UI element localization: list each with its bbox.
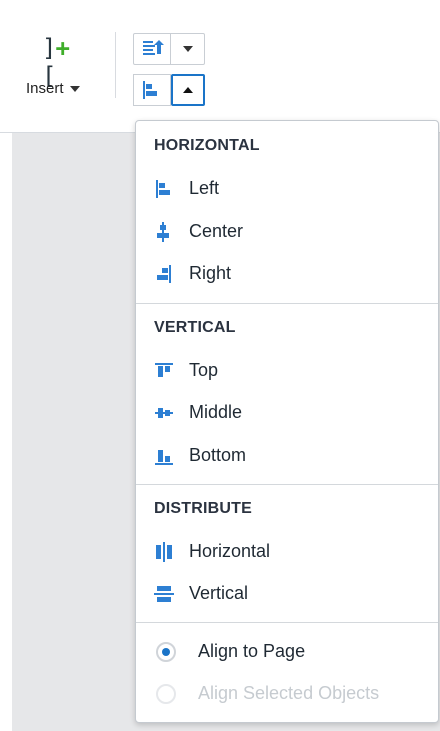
align-middle-icon bbox=[155, 408, 173, 418]
distribute-vertical-icon bbox=[154, 586, 174, 602]
menu-item-label: Horizontal bbox=[189, 541, 271, 561]
menu-item-label: Top bbox=[189, 360, 219, 380]
align-bottom-icon bbox=[155, 450, 173, 465]
menu-separator bbox=[136, 484, 438, 485]
menu-item-align-right[interactable]: Right bbox=[136, 254, 438, 294]
radio-label: Align Selected Objects bbox=[198, 683, 380, 703]
menu-item-label: Center bbox=[189, 221, 244, 241]
bring-forward-icon bbox=[143, 40, 164, 55]
align-left-icon bbox=[143, 81, 157, 99]
insert-label: Insert bbox=[26, 80, 80, 97]
menu-item-label: Middle bbox=[189, 402, 243, 422]
align-split-button bbox=[133, 74, 205, 106]
radio-align-to-page[interactable]: Align to Page bbox=[136, 631, 438, 673]
page-margin bbox=[0, 133, 12, 731]
menu-item-align-top[interactable]: Top bbox=[136, 351, 438, 391]
arrange-button[interactable] bbox=[134, 34, 171, 64]
align-top-icon bbox=[155, 363, 173, 377]
menu-item-align-center[interactable]: Center bbox=[136, 212, 438, 252]
align-center-icon bbox=[157, 222, 169, 242]
menu-item-label: Right bbox=[189, 263, 232, 283]
radio-selected-icon bbox=[156, 642, 176, 662]
menu-item-align-middle[interactable]: Middle bbox=[136, 393, 438, 433]
menu-item-label: Left bbox=[189, 178, 220, 198]
align-dropdown-menu: HORIZONTAL Left Center Right VERTICAL To… bbox=[135, 120, 439, 723]
chevron-down-icon bbox=[182, 46, 193, 52]
section-header-horizontal: HORIZONTAL bbox=[154, 137, 260, 154]
insert-button[interactable]: ]+[ Insert bbox=[18, 30, 102, 104]
menu-item-label: Vertical bbox=[189, 583, 249, 603]
menu-item-distribute-vertical[interactable]: Vertical bbox=[136, 574, 438, 614]
section-header-distribute: DISTRIBUTE bbox=[154, 500, 252, 517]
align-button[interactable] bbox=[133, 74, 171, 106]
arrange-dropdown-arrow[interactable] bbox=[171, 34, 204, 64]
menu-item-align-bottom[interactable]: Bottom bbox=[136, 436, 438, 476]
menu-separator bbox=[136, 303, 438, 304]
menu-separator bbox=[136, 622, 438, 623]
toolbar-divider bbox=[115, 32, 116, 98]
chevron-up-icon bbox=[183, 87, 193, 93]
align-right-icon bbox=[157, 265, 171, 283]
menu-item-align-left[interactable]: Left bbox=[136, 169, 438, 209]
radio-unselected-icon bbox=[156, 684, 176, 704]
menu-item-label: Bottom bbox=[189, 445, 247, 465]
radio-label: Align to Page bbox=[198, 641, 306, 661]
chevron-down-icon bbox=[69, 86, 80, 93]
section-header-vertical: VERTICAL bbox=[154, 319, 236, 336]
align-dropdown-arrow[interactable] bbox=[171, 74, 205, 106]
align-left-icon bbox=[156, 180, 170, 198]
ribbon-toolbar: ]+[ Insert bbox=[0, 0, 440, 133]
insert-icon: ]+[ bbox=[42, 34, 70, 90]
radio-align-selected-objects: Align Selected Objects bbox=[136, 674, 438, 716]
arrange-split-button bbox=[133, 33, 205, 65]
menu-item-distribute-horizontal[interactable]: Horizontal bbox=[136, 532, 438, 572]
distribute-horizontal-icon bbox=[156, 542, 172, 562]
